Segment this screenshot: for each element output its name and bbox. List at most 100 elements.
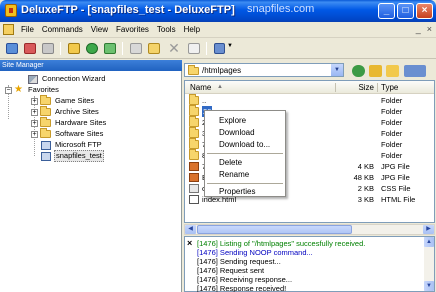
image-file-icon (189, 162, 199, 171)
expand-toggle[interactable]: + (31, 119, 38, 127)
folder-icon (189, 127, 199, 138)
context-menu: Explore Download Download to... Delete R… (204, 110, 286, 197)
app-icon[interactable] (5, 4, 17, 17)
folder-icon (189, 116, 199, 127)
expand-toggle[interactable]: + (31, 108, 38, 116)
menu-item-download[interactable]: Download (205, 127, 285, 138)
mdi-minimize-button[interactable]: _ (416, 24, 421, 34)
stop-icon[interactable] (40, 41, 56, 56)
column-type[interactable]: Type (381, 82, 398, 93)
close-log-icon[interactable]: × (187, 238, 192, 248)
tree-label: snapfiles_test (54, 150, 104, 162)
menu-item-delete[interactable]: Delete (205, 157, 285, 168)
menu-file[interactable]: File (17, 24, 38, 36)
folder-icon (40, 128, 51, 138)
expand-toggle[interactable]: + (31, 130, 38, 138)
path-combobox[interactable]: /htmlpages ▼ (184, 63, 344, 77)
folder-icon (189, 105, 199, 116)
image-file-icon (189, 173, 199, 182)
ftp-site-icon (41, 140, 51, 150)
tree-item-software-sites[interactable]: + Software Sites (31, 128, 104, 139)
log-line: [1476] Listing of "/htmlpages" succesful… (197, 239, 366, 248)
connect-icon[interactable] (4, 41, 20, 56)
menu-commands[interactable]: Commands (38, 24, 87, 36)
scroll-down-icon[interactable]: ▼ (424, 281, 434, 291)
view-mode-icon[interactable]: ▼ (212, 41, 234, 56)
tree-item-microsoft-ftp[interactable]: Microsoft FTP (41, 140, 103, 150)
properties-icon[interactable] (186, 41, 202, 56)
folder-icon (189, 138, 199, 149)
menu-tools[interactable]: Tools (153, 24, 180, 36)
tree-item-hardware-sites[interactable]: + Hardware Sites (31, 117, 107, 128)
title-bar[interactable]: DeluxeFTP - [snapfiles_test - DeluxeFTP]… (0, 0, 436, 22)
scroll-up-icon[interactable]: ▲ (424, 237, 434, 247)
menu-item-rename[interactable]: Rename (205, 169, 285, 180)
horizontal-scrollbar[interactable]: ◀ ▶ (184, 224, 435, 235)
sort-arrow-icon: ▲ (217, 84, 223, 90)
view-mode-icon[interactable] (404, 65, 426, 77)
list-header: Name ▲ Size Type (185, 81, 434, 94)
folder-icon (189, 94, 199, 105)
folder-icon (40, 117, 51, 127)
tree-label: Software Sites (55, 129, 104, 138)
menu-item-download-to[interactable]: Download to... (205, 139, 285, 150)
scroll-thumb[interactable] (197, 225, 352, 234)
log-panel: × [1476] Listing of "/htmlpages" succesf… (184, 236, 435, 292)
log-line: [1476] Sending request... (197, 257, 281, 266)
home-icon[interactable] (128, 41, 144, 56)
maximize-button[interactable]: □ (397, 3, 414, 19)
menu-favorites[interactable]: Favorites (112, 24, 153, 36)
column-size[interactable]: Size (342, 82, 374, 93)
menu-help[interactable]: Help (180, 24, 204, 36)
tree-item-game-sites[interactable]: + Game Sites (31, 95, 95, 106)
tree-item-archive-sites[interactable]: + Archive Sites (31, 106, 100, 117)
log-line: [1476] Request sent (197, 266, 265, 275)
document-icon[interactable] (3, 24, 14, 35)
go-icon[interactable] (352, 65, 365, 77)
new-folder-icon[interactable] (146, 41, 162, 56)
chevron-down-icon[interactable]: ▼ (331, 64, 343, 76)
ftp-site-icon (41, 151, 51, 161)
window-title: DeluxeFTP - [snapfiles_test - DeluxeFTP] (21, 4, 235, 16)
disconnect-icon[interactable] (22, 41, 38, 56)
minimize-button[interactable]: _ (378, 3, 395, 19)
delete-icon[interactable]: ✕ (166, 41, 182, 56)
tree-item-snapfiles-test[interactable]: snapfiles_test (41, 150, 104, 162)
menu-bar: File Commands View Favorites Tools Help … (0, 22, 436, 38)
close-button[interactable]: × (416, 3, 433, 19)
tree-label: Game Sites (55, 96, 95, 105)
menu-item-properties[interactable]: Properties (205, 186, 285, 197)
menu-item-explore[interactable]: Explore (205, 115, 285, 126)
tree-label: Hardware Sites (55, 118, 107, 127)
column-name[interactable]: Name (190, 82, 211, 93)
scroll-right-icon[interactable]: ▶ (423, 225, 434, 234)
globe-icon[interactable] (84, 41, 100, 56)
mdi-close-button[interactable]: × (427, 24, 432, 34)
scroll-left-icon[interactable]: ◀ (185, 225, 196, 234)
file-row[interactable]: .. Folder (185, 94, 434, 106)
tree-label: Connection Wizard (42, 74, 106, 83)
wizard-icon (28, 74, 38, 84)
path-value: /htmlpages (202, 66, 242, 75)
tree-label: Archive Sites (55, 107, 99, 116)
toolbar: ✕ ▼ (0, 38, 436, 59)
new-folder-icon[interactable] (386, 65, 399, 77)
tree-item-favorites[interactable]: − ★ Favorites (5, 85, 60, 95)
menu-view[interactable]: View (87, 24, 112, 36)
html-file-icon (189, 195, 199, 204)
refresh-icon[interactable] (102, 41, 118, 56)
log-scrollbar[interactable]: ▲ ▼ (424, 237, 434, 291)
folder-icon (188, 65, 199, 75)
site-manager-header: Site Manager (0, 60, 182, 71)
path-bar: /htmlpages ▼ (184, 62, 435, 79)
tree-item-connection-wizard[interactable]: Connection Wizard (28, 74, 106, 84)
up-folder-icon[interactable] (66, 41, 82, 56)
tree-label: Microsoft FTP (55, 140, 102, 149)
up-folder-icon[interactable] (369, 65, 382, 77)
log-line: [1476] Receiving response... (197, 275, 293, 284)
collapse-toggle[interactable]: − (5, 86, 12, 94)
folder-icon (40, 95, 51, 105)
folder-icon (189, 149, 199, 160)
expand-toggle[interactable]: + (31, 97, 38, 105)
tree-label: Favorites (28, 85, 59, 94)
